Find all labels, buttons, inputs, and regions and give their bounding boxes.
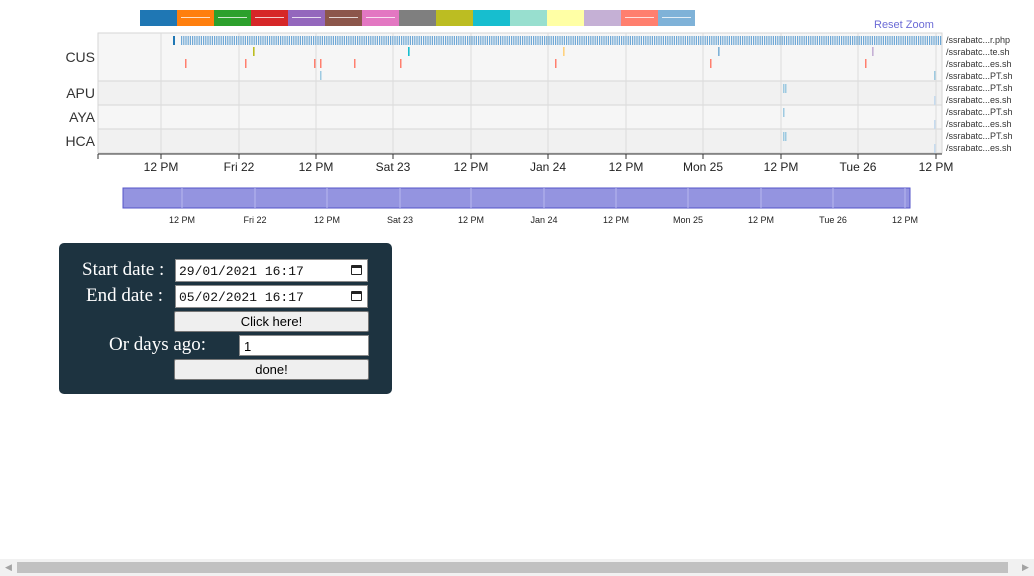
end-date-input[interactable]: 05/02/2021 16:17	[175, 285, 368, 308]
brush-tick-label: 12 PM	[748, 215, 774, 225]
brush-tick-label: 12 PM	[314, 215, 340, 225]
start-date-input[interactable]: 29/01/2021 16:17	[175, 259, 368, 282]
brush-tick-label: Fri 22	[243, 215, 266, 225]
start-date-label: Start date :	[82, 259, 165, 280]
brush-tick-label: 12 PM	[169, 215, 195, 225]
brush-tick-label: Mon 25	[673, 215, 703, 225]
click-here-button[interactable]: Click here!	[174, 311, 369, 332]
brush-tick-label: Sat 23	[387, 215, 413, 225]
date-range-panel: Start date : 29/01/2021 16:17 End date :…	[59, 243, 392, 394]
days-ago-input[interactable]: 1	[239, 335, 369, 356]
end-date-label: End date :	[86, 285, 164, 306]
calendar-icon[interactable]	[351, 291, 362, 301]
brush-extent	[122, 187, 911, 209]
brush-tick-label: 12 PM	[603, 215, 629, 225]
timeline-brush[interactable]: 12 PM Fri 22 12 PM Sat 23 12 PM Jan 24 12 PM Mo…	[0, 0, 1034, 240]
scrollbar-thumb[interactable]	[17, 562, 1008, 573]
brush-tick-label: Jan 24	[530, 215, 557, 225]
calendar-icon[interactable]	[351, 265, 362, 275]
start-date-value: 29/01/2021 16:17	[179, 264, 304, 279]
scroll-right-arrow-icon[interactable]: ▶	[1017, 559, 1034, 576]
brush-tick-label: 12 PM	[892, 215, 918, 225]
horizontal-scrollbar[interactable]: ◀ ▶	[0, 559, 1034, 576]
brush-tick-label: Tue 26	[819, 215, 847, 225]
done-button[interactable]: done!	[174, 359, 369, 380]
days-ago-label: Or days ago:	[109, 334, 207, 355]
brush-tick-label: 12 PM	[458, 215, 484, 225]
end-date-value: 05/02/2021 16:17	[179, 290, 304, 305]
scroll-left-arrow-icon[interactable]: ◀	[0, 559, 17, 576]
